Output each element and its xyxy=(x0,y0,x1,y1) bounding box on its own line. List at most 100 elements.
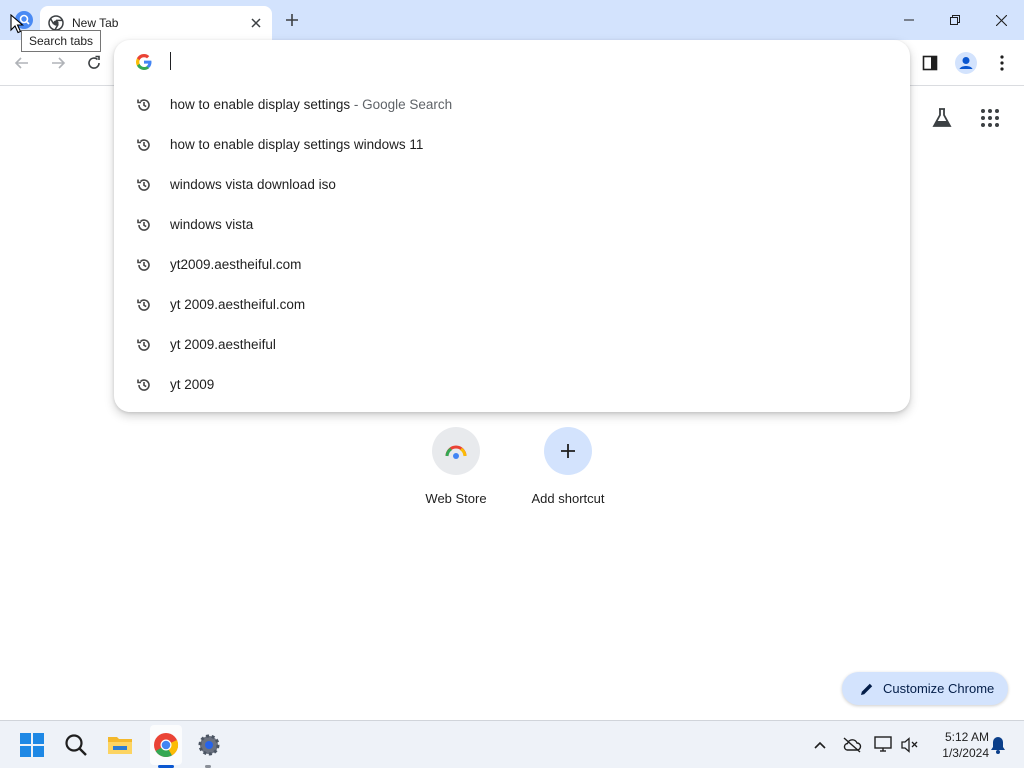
side-panel-button[interactable] xyxy=(918,51,942,75)
history-icon xyxy=(137,299,150,311)
onedrive-tray-button[interactable] xyxy=(840,733,864,757)
suggestion-query: windows vista xyxy=(170,217,254,232)
suggestion-source: Google Search xyxy=(362,97,453,112)
history-icon xyxy=(137,339,150,351)
restore-button[interactable] xyxy=(932,0,978,40)
suggestion-query: how to enable display settings windows 1… xyxy=(170,137,424,152)
volume-muted-icon xyxy=(901,737,918,753)
suggestion-item[interactable]: how to enable display settings - Google … xyxy=(114,85,910,125)
pencil-icon xyxy=(861,683,873,695)
omnibox-input-row xyxy=(114,40,910,84)
browser-window: New Tab Search tabs how to enable displa… xyxy=(0,0,1024,720)
close-icon xyxy=(995,14,1007,26)
suggestion-query: yt 2009 xyxy=(170,377,215,392)
shortcut-add[interactable]: Add shortcut xyxy=(512,427,624,506)
suggestion-text: yt 2009 xyxy=(170,377,214,392)
volume-tray-button[interactable] xyxy=(898,733,922,757)
shortcut-web-store[interactable]: Web Store xyxy=(400,427,512,506)
plus-icon xyxy=(286,14,298,26)
history-icon xyxy=(137,139,150,151)
settings-taskbar-button[interactable] xyxy=(193,729,225,761)
plus-icon xyxy=(561,444,575,458)
suggestion-item[interactable]: yt 2009 xyxy=(114,365,910,405)
taskbar-clock[interactable]: 5:12 AM 1/3/2024 xyxy=(925,729,989,761)
tab-strip: New Tab xyxy=(0,0,1024,40)
minimize-button[interactable] xyxy=(886,0,932,40)
menu-button[interactable] xyxy=(990,51,1014,75)
history-icon xyxy=(137,99,150,111)
suggestion-query: yt2009.aestheiful.com xyxy=(170,257,302,272)
search-icon xyxy=(65,734,87,756)
windows-logo-icon xyxy=(20,733,44,757)
chrome-taskbar-button[interactable] xyxy=(150,729,182,761)
new-tab-button[interactable] xyxy=(280,8,304,32)
tab-close-button[interactable] xyxy=(248,15,264,31)
forward-arrow-icon xyxy=(52,57,66,69)
suggestion-text: how to enable display settings - Google … xyxy=(170,97,452,112)
notifications-button[interactable] xyxy=(986,733,1010,757)
chrome-icon xyxy=(154,733,179,758)
text-caret xyxy=(170,52,171,70)
suggestion-text: yt2009.aestheiful.com xyxy=(170,257,301,272)
network-icon xyxy=(874,736,892,752)
back-arrow-icon xyxy=(14,57,28,69)
history-icon xyxy=(137,259,150,271)
close-icon xyxy=(251,18,261,28)
suggestion-text: how to enable display settings windows 1… xyxy=(170,137,423,152)
mouse-cursor-icon xyxy=(10,14,24,34)
chevron-up-icon xyxy=(814,741,826,749)
omnibox-input[interactable] xyxy=(174,48,874,76)
add-shortcut-tile xyxy=(544,427,592,475)
profile-avatar-icon xyxy=(955,52,977,74)
tab-title: New Tab xyxy=(72,16,119,30)
suggestion-text: windows vista xyxy=(170,217,253,232)
suggestion-item[interactable]: windows vista download iso xyxy=(114,165,910,205)
clock-date: 1/3/2024 xyxy=(942,746,989,760)
network-tray-button[interactable] xyxy=(872,733,896,757)
suggestion-query: how to enable display settings xyxy=(170,97,351,112)
suggestion-separator: - xyxy=(350,97,363,112)
web-store-icon xyxy=(445,445,467,459)
suggestion-text: yt 2009.aestheiful.com xyxy=(170,297,305,312)
shortcut-label: Web Store xyxy=(425,491,487,506)
labs-flask-icon[interactable] xyxy=(930,106,954,130)
history-icon xyxy=(137,379,150,391)
web-store-tile xyxy=(432,427,480,475)
file-explorer-button[interactable] xyxy=(104,729,136,761)
chrome-favicon-icon xyxy=(48,15,64,31)
suggestion-text: windows vista download iso xyxy=(170,177,336,192)
profile-button[interactable] xyxy=(954,51,978,75)
google-g-icon xyxy=(136,54,152,70)
tooltip: Search tabs xyxy=(21,30,102,52)
show-hidden-icons-button[interactable] xyxy=(808,733,832,757)
folder-icon xyxy=(108,737,132,754)
taskbar: 5:12 AM 1/3/2024 xyxy=(0,720,1024,768)
clock-time: 5:12 AM xyxy=(944,730,989,744)
reload-icon xyxy=(88,55,100,69)
close-window-button[interactable] xyxy=(978,0,1024,40)
apps-grid-icon[interactable] xyxy=(980,108,1000,128)
cloud-off-icon xyxy=(843,737,862,753)
side-panel-icon xyxy=(922,55,938,71)
suggestion-query: windows vista download iso xyxy=(170,177,336,192)
forward-button[interactable] xyxy=(46,51,70,75)
history-icon xyxy=(137,219,150,231)
taskbar-search-button[interactable] xyxy=(60,729,92,761)
kebab-menu-icon xyxy=(1000,55,1004,71)
back-button[interactable] xyxy=(10,51,34,75)
customize-chrome-button[interactable]: Customize Chrome xyxy=(842,672,1008,705)
gear-icon xyxy=(198,734,220,756)
suggestion-item[interactable]: windows vista xyxy=(114,205,910,245)
minimize-icon xyxy=(904,19,914,21)
suggestion-text: yt 2009.aestheiful xyxy=(170,337,276,352)
suggestion-item[interactable]: how to enable display settings windows 1… xyxy=(114,125,910,165)
suggestion-item[interactable]: yt 2009.aestheiful xyxy=(114,325,910,365)
bell-icon xyxy=(991,737,1005,754)
reload-button[interactable] xyxy=(82,51,106,75)
start-button[interactable] xyxy=(16,729,48,761)
suggestion-query: yt 2009.aestheiful.com xyxy=(170,297,306,312)
suggestion-item[interactable]: yt2009.aestheiful.com xyxy=(114,245,910,285)
history-icon xyxy=(137,179,150,191)
shortcut-label: Add shortcut xyxy=(531,491,605,506)
suggestion-item[interactable]: yt 2009.aestheiful.com xyxy=(114,285,910,325)
